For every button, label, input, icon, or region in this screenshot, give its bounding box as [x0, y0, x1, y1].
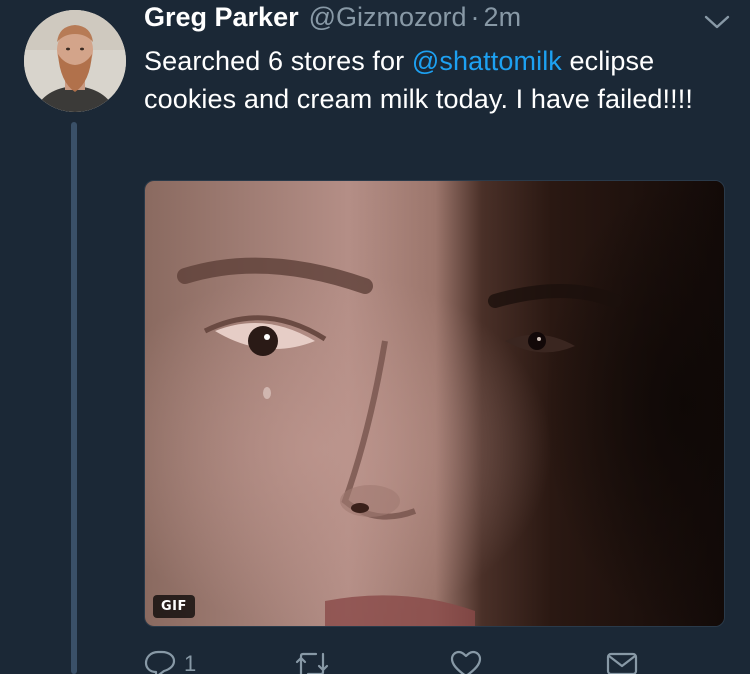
tweet[interactable]: Greg Parker @Gizmozord · 2m Searched 6 s… — [0, 0, 750, 674]
mention-link[interactable]: @shattomilk — [412, 46, 562, 76]
like-button[interactable] — [450, 650, 490, 674]
retweet-icon — [294, 650, 330, 674]
chevron-down-icon[interactable] — [704, 14, 730, 30]
retweet-button[interactable] — [294, 650, 338, 674]
direct-message-icon — [606, 650, 638, 674]
gif-image — [145, 181, 724, 626]
separator-dot: · — [470, 2, 480, 32]
gif-media[interactable]: GIF — [144, 180, 725, 627]
avatar-image — [24, 10, 126, 112]
reply-icon — [144, 650, 176, 674]
tweet-text: Searched 6 stores for @shattomilk eclips… — [144, 42, 724, 118]
reply-count: 1 — [184, 651, 197, 674]
tweet-timestamp[interactable]: 2m — [484, 2, 522, 33]
direct-message-button[interactable] — [606, 650, 638, 674]
reply-button[interactable]: 1 — [144, 650, 196, 674]
tweet-header: Greg Parker @Gizmozord · 2m — [144, 2, 521, 42]
author-handle[interactable]: @Gizmozord — [309, 2, 467, 33]
like-icon — [450, 650, 482, 674]
avatar[interactable] — [24, 10, 126, 112]
tweet-actions: 1 — [144, 650, 664, 674]
thread-line — [71, 122, 77, 674]
gif-badge: GIF — [153, 595, 195, 618]
author-name[interactable]: Greg Parker — [144, 2, 299, 33]
tweet-text-before: Searched 6 stores for — [144, 46, 412, 76]
